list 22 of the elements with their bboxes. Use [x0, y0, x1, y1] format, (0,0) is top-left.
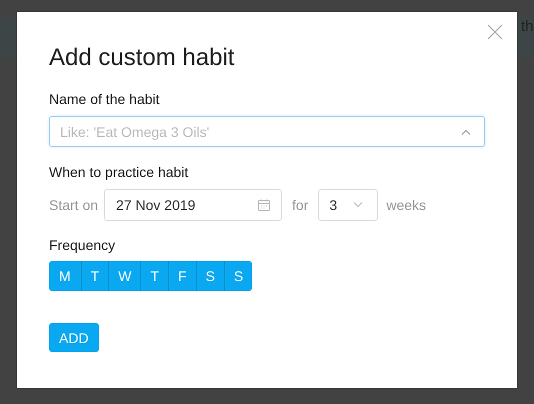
calendar-icon [258, 199, 270, 211]
chevron-down-icon [353, 202, 364, 208]
day-toggle[interactable]: S [224, 261, 252, 291]
weeks-select[interactable]: 3 [318, 189, 378, 221]
field-label: Frequency [49, 237, 116, 253]
field-label: Name of the habit [49, 91, 161, 107]
day-toggle[interactable]: S [196, 261, 225, 291]
for-label: for [292, 197, 308, 213]
day-toggle[interactable]: T [141, 261, 170, 291]
date-field[interactable]: 27 Nov 2019 [104, 189, 282, 221]
dialog-title: Add custom habit [49, 43, 236, 73]
day-toggle[interactable]: F [169, 261, 197, 291]
field-label: When to practice habit [49, 164, 190, 180]
weeks-label: weeks [386, 197, 426, 213]
add-button[interactable]: ADD [49, 323, 99, 352]
day-toggle[interactable]: M [49, 261, 82, 291]
caret-icon [461, 129, 471, 135]
start-label: Start on [49, 197, 98, 213]
close-icon[interactable] [487, 24, 503, 40]
day-toggle[interactable]: W [109, 261, 142, 291]
day-toggle[interactable]: T [82, 261, 110, 291]
habit-name-field[interactable]: Like: 'Eat Omega 3 Oils' [49, 116, 485, 147]
